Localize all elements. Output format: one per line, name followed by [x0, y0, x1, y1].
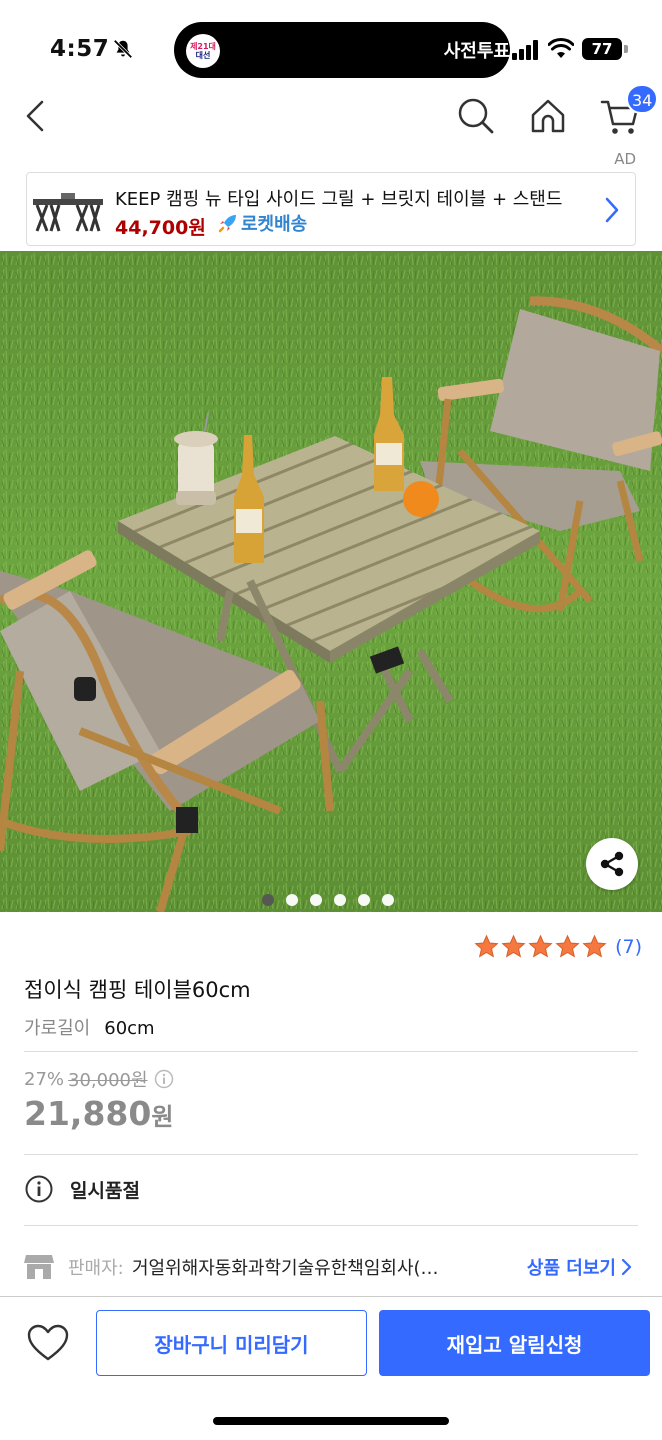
- discount-row: 27% 30,000원: [24, 1066, 174, 1092]
- cart-count-badge: 34: [626, 84, 659, 114]
- home-icon[interactable]: [528, 96, 568, 136]
- election-logo-line1: 제21대: [190, 42, 216, 51]
- add-to-cart-button[interactable]: 장바구니 미리담기: [96, 1310, 367, 1376]
- star-icon: [501, 934, 526, 958]
- pagination-dot[interactable]: [310, 894, 322, 906]
- star-icon: [528, 934, 553, 958]
- island-text: 사전투표: [443, 41, 510, 62]
- product-image[interactable]: [0, 251, 662, 912]
- top-nav: [0, 90, 662, 146]
- seller-row[interactable]: 판매자: 거얼위해자동화과학기술유한책임회사(… 상품 더보기: [24, 1250, 638, 1282]
- battery-level: 77: [582, 38, 622, 60]
- star-icon: [474, 934, 499, 958]
- pagination-dot[interactable]: [358, 894, 370, 906]
- home-indicator[interactable]: [213, 1417, 449, 1425]
- option-row: 가로길이 60cm: [24, 1014, 155, 1040]
- divider: [24, 1225, 638, 1226]
- election-logo: 제21대 대선: [186, 34, 220, 68]
- ad-title: KEEP 캠핑 뉴 타입 사이드 그릴 + 브릿지 테이블 + 스탠드: [115, 189, 563, 210]
- option-label: 가로길이: [24, 1018, 91, 1039]
- restock-alert-button[interactable]: 재입고 알림신청: [379, 1310, 650, 1376]
- option-value: 60cm: [104, 1018, 155, 1039]
- review-count[interactable]: (7): [615, 936, 642, 958]
- more-products-label: 상품 더보기: [526, 1258, 616, 1279]
- election-logo-line2: 대선: [195, 51, 211, 60]
- sale-price-value: 21,880: [24, 1094, 152, 1133]
- star-rating: [474, 934, 609, 959]
- cellular-signal-icon: [512, 40, 538, 60]
- chevron-right-icon[interactable]: [603, 195, 621, 225]
- product-rating[interactable]: (7): [474, 934, 642, 959]
- divider: [24, 1051, 638, 1052]
- bottom-action-bar: 장바구니 미리담기 재입고 알림신청: [0, 1296, 662, 1440]
- store-icon: [24, 1255, 54, 1279]
- search-icon[interactable]: [456, 96, 496, 136]
- star-icon: [555, 934, 580, 958]
- pagination-dot[interactable]: [334, 894, 346, 906]
- status-time: 4:57: [50, 36, 110, 62]
- battery-tip: [624, 45, 628, 53]
- battery-icon: 77: [582, 38, 628, 60]
- camping-table-photo: [0, 251, 662, 912]
- ad-banner[interactable]: KEEP 캠핑 뉴 타입 사이드 그릴 + 브릿지 테이블 + 스탠드 44,7…: [26, 172, 636, 246]
- heart-icon[interactable]: [26, 1323, 70, 1363]
- rocket-delivery-badge: 로켓배송: [217, 211, 307, 235]
- rocket-icon: [218, 215, 236, 233]
- dynamic-island[interactable]: 제21대 대선 사전투표: [174, 22, 510, 78]
- info-circle-icon: [25, 1175, 53, 1203]
- original-price: 30,000원: [68, 1070, 148, 1091]
- star-icon: [582, 934, 607, 958]
- ad-product-thumbnail: [33, 193, 103, 232]
- bell-off-icon: [113, 39, 133, 59]
- pagination-dot[interactable]: [286, 894, 298, 906]
- rocket-delivery-text: 로켓배송: [241, 214, 308, 235]
- chevron-right-icon: [621, 1258, 632, 1276]
- sale-price: 21,880원: [24, 1094, 173, 1133]
- discount-rate: 27%: [24, 1068, 65, 1090]
- ad-label: AD: [614, 150, 636, 168]
- status-bar: 4:57 제21대 대선 사전투표 77: [0, 0, 662, 90]
- seller-label: 판매자:: [68, 1258, 124, 1279]
- soldout-notice: 일시품절: [24, 1174, 140, 1204]
- back-arrow-icon[interactable]: [22, 96, 50, 136]
- more-products-link[interactable]: 상품 더보기: [527, 1254, 634, 1280]
- wifi-icon: [548, 38, 574, 58]
- sale-price-unit: 원: [151, 1103, 174, 1131]
- soldout-text: 일시품절: [70, 1179, 140, 1202]
- pagination-dot[interactable]: [262, 894, 274, 906]
- pagination-dot[interactable]: [382, 894, 394, 906]
- divider: [24, 1154, 638, 1155]
- info-icon[interactable]: [154, 1069, 174, 1089]
- share-icon: [600, 851, 624, 877]
- ad-price: 44,700원: [115, 217, 206, 239]
- image-pagination: [262, 894, 394, 906]
- share-button[interactable]: [586, 838, 638, 890]
- product-title: 접이식 캠핑 테이블60cm: [24, 978, 251, 1002]
- seller-name[interactable]: 거얼위해자동화과학기술유한책임회사(…: [132, 1254, 472, 1280]
